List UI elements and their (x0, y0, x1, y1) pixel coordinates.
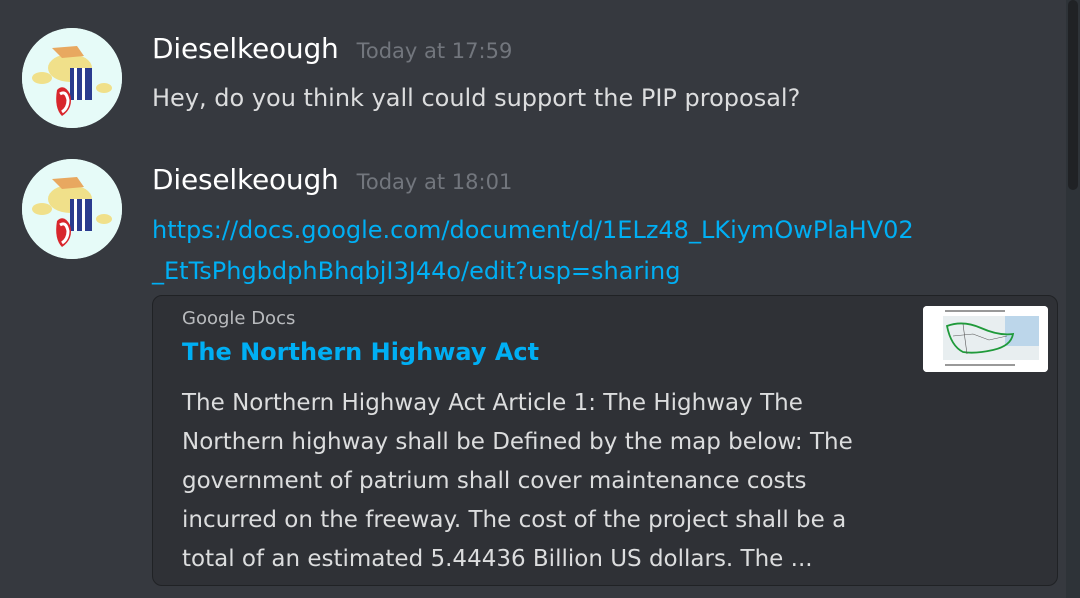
chat-view: Dieselkeough Today at 17:59 Hey, do you … (0, 0, 1080, 598)
embed-description: The Northern Highway Act Article 1: The … (182, 384, 882, 579)
username[interactable]: Dieselkeough (152, 32, 339, 65)
username[interactable]: Dieselkeough (152, 163, 339, 196)
link-line[interactable]: https://docs.google.com/document/d/1ELz4… (152, 210, 1012, 251)
scrollbar-thumb[interactable] (1068, 0, 1078, 190)
pony-avatar-icon (22, 159, 122, 259)
embed-description-line: incurred on the freeway. The cost of the… (182, 507, 847, 533)
embed-title[interactable]: The Northern Highway Act (182, 338, 539, 366)
scrollbar[interactable] (1066, 0, 1080, 598)
link-embed: Google Docs The Northern Highway Act The… (152, 295, 1058, 586)
embed-description-line: government of patrium shall cover mainte… (182, 468, 807, 494)
embed-thumbnail[interactable] (923, 306, 1048, 372)
timestamp: Today at 18:01 (356, 170, 513, 194)
link-line[interactable]: _EtTsPhgbdphBhqbjI3J44o/edit?usp=sharing (152, 251, 1012, 292)
timestamp: Today at 17:59 (356, 39, 513, 63)
message-header: Dieselkeough Today at 18:01 (152, 163, 512, 196)
message-text: Hey, do you think yall could support the… (152, 84, 801, 112)
message-header: Dieselkeough Today at 17:59 (152, 32, 512, 65)
document-link[interactable]: https://docs.google.com/document/d/1ELz4… (152, 210, 1012, 292)
user-avatar[interactable] (22, 28, 122, 128)
embed-description-line: total of an estimated 5.44436 Billion US… (182, 546, 813, 572)
user-avatar[interactable] (22, 159, 122, 259)
pony-avatar-icon (22, 28, 122, 128)
embed-description-line: The Northern Highway Act Article 1: The … (182, 390, 803, 416)
embed-description-line: Northern highway shall be Defined by the… (182, 429, 853, 455)
embed-provider: Google Docs (182, 308, 296, 329)
map-thumbnail-icon (923, 306, 1048, 372)
